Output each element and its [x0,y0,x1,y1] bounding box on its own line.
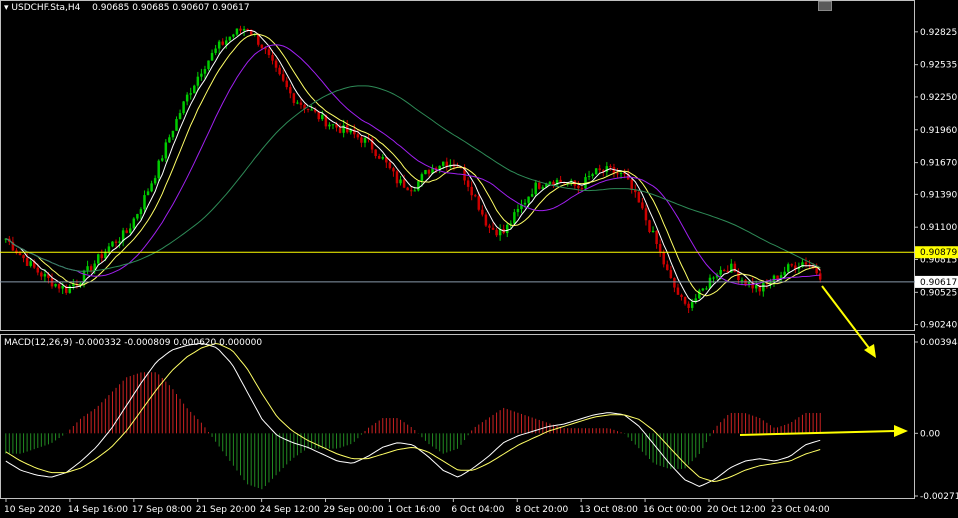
price-tick-label: 0.91390 [920,190,957,200]
time-tick-label: 23 Oct 04:00 [771,505,830,515]
candle [157,159,160,182]
candle [637,190,641,203]
svg-text:0.90617: 0.90617 [920,278,957,288]
time-tick-label: 10 Sep 2020 [4,505,61,515]
time-tick-label: 21 Sep 20:00 [196,505,256,515]
time-tick-label: 24 Sep 12:00 [260,505,320,515]
time-tick-label: 29 Sep 00:00 [324,505,384,515]
time-tick-label: 17 Sep 08:00 [132,505,192,515]
chart-symbol-icon: ▾ [4,3,9,13]
hline-price-tag: 0.90879 [915,246,958,259]
macd-tick-label: 0.00 [920,429,940,439]
candle [594,167,598,175]
time-tick-label: 20 Oct 12:00 [707,505,766,515]
candle [193,84,196,94]
macd-title: MACD(12,26,9) -0.000332 -0.000809 0.0006… [4,338,263,348]
price-tick-label: 0.92825 [920,28,957,38]
chart-title: ▾ USDCHF.Sta,H4 0.90685 0.90685 0.90607 … [4,3,250,13]
price-tick-label: 0.90240 [920,321,957,331]
price-tick-label: 0.92535 [920,61,957,71]
price-tick-label: 0.90525 [920,288,957,298]
candle [424,169,427,175]
price-tick-label: 0.91670 [920,159,957,169]
time-tick-label: 1 Oct 16:00 [387,505,440,515]
price-tick-label: 0.91960 [920,126,957,136]
bid-price-tag: 0.90617 [915,275,958,288]
time-tick-label: 16 Oct 00:00 [643,505,702,515]
ohlc-values: 0.90685 0.90685 0.90607 0.90617 [92,3,250,13]
chart-canvas[interactable]: 0.92825 0.92535 0.92250 0.91960 0.91670 0.913… [0,0,958,518]
candle [111,241,114,248]
time-tick-label: 8 Oct 20:00 [515,505,568,515]
time-tick-label: 14 Sep 16:00 [68,505,128,515]
candle [182,100,185,115]
macd-tick-label: -0.00271 [920,492,958,502]
candle [132,217,136,230]
time-tick-label: 13 Oct 08:00 [579,505,638,515]
time-tick-label: 6 Oct 04:00 [451,505,504,515]
svg-text:0.90879: 0.90879 [920,248,957,258]
candle [648,219,651,234]
candle [417,181,420,192]
macd-tick-label: 0.003948 [920,338,958,348]
price-tick-label: 0.92250 [920,93,957,103]
close-window-icon[interactable] [818,1,832,11]
symbol-timeframe: USDCHF.Sta,H4 [11,3,81,13]
price-tick-label: 0.91100 [920,223,957,233]
